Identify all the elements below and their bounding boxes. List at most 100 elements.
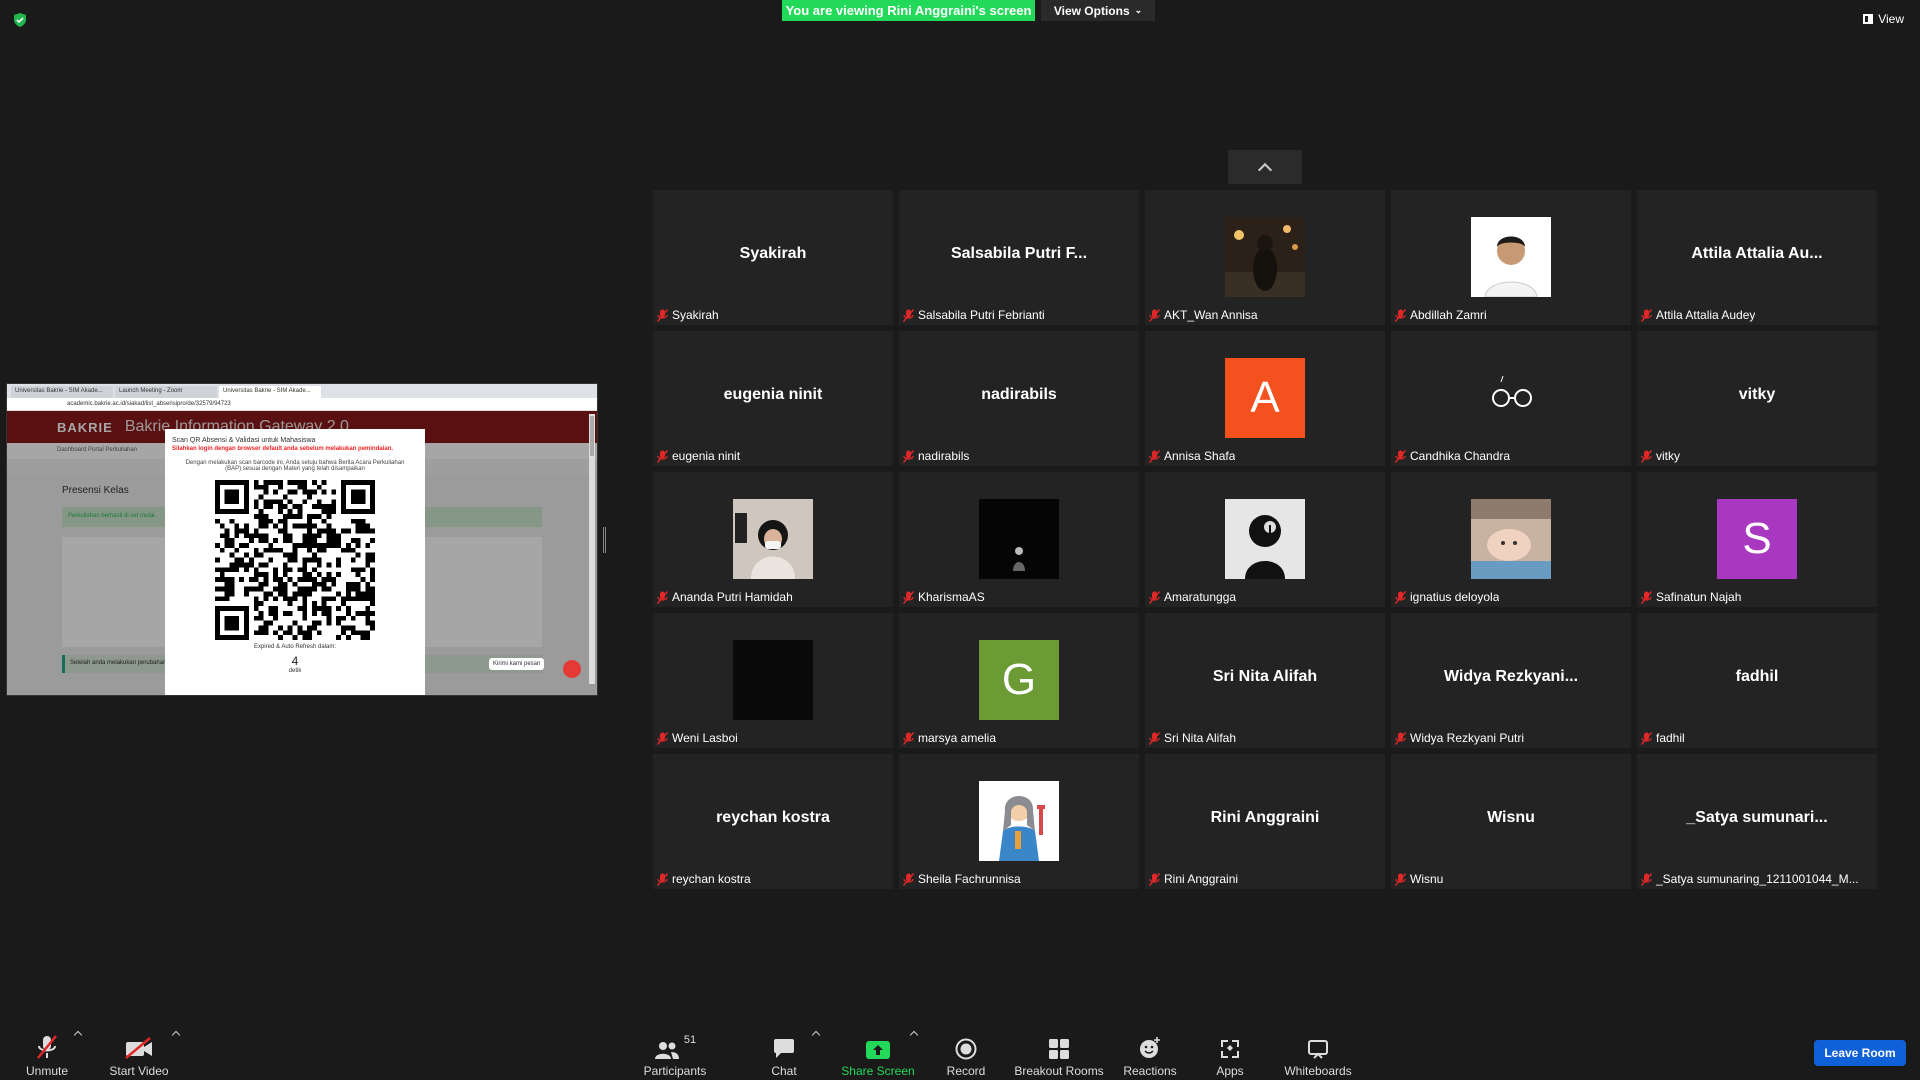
participants-label: Participants [643,1064,707,1078]
participants-count: 51 [683,1034,697,1046]
participant-footer: Syakirah [656,307,719,323]
participant-name-label: KharismaAS [918,590,985,604]
browser-tab: Launch Meeting - Zoom [115,386,217,398]
chevron-up-icon [1257,162,1273,177]
participant-name-label: Syakirah [672,308,719,322]
participant-tile[interactable]: KharismaAS [899,472,1139,607]
participant-footer: marsya amelia [902,730,996,746]
participant-footer: Widya Rezkyani Putri [1394,730,1524,746]
mic-muted-icon [1394,308,1407,322]
participant-tile[interactable]: reychan kostra reychan kostra [653,754,893,889]
participant-display-name: Widya Rezkyani... [1443,668,1579,685]
participant-footer: AKT_Wan Annisa [1148,307,1258,323]
participant-tile[interactable]: eugenia ninit eugenia ninit [653,331,893,466]
modal-expire-label: Expired & Auto Refresh dalam: [253,644,337,650]
encryption-shield-icon[interactable] [12,12,28,28]
participant-photo [1225,499,1305,579]
mic-muted-icon [1394,731,1407,745]
participant-photo [1225,217,1305,297]
mic-muted-icon [902,590,915,604]
participant-name-label: Ananda Putri Hamidah [672,590,793,604]
participant-tile[interactable]: Attila Attalia Au... Attila Attalia Audey [1637,190,1877,325]
mic-muted-icon [1148,308,1161,322]
start-video-button[interactable]: Start Video [106,1032,172,1078]
participant-tile[interactable]: Sri Nita Alifah Sri Nita Alifah [1145,613,1385,748]
apps-button[interactable]: Apps [1212,1032,1248,1078]
modal-warning: Silahkan login dengan browser default an… [172,446,394,452]
participant-footer: Abdillah Zamri [1394,307,1487,323]
participant-name-label: Wisnu [1410,872,1444,886]
gallery-page-up-button[interactable] [1228,150,1302,184]
chat-button[interactable]: Chat [763,1032,805,1078]
chat-bubble: Kirimi kami pesan [489,658,545,670]
participant-tile[interactable]: nadirabils nadirabils [899,331,1139,466]
participant-tile[interactable]: fadhil fadhil [1637,613,1877,748]
participant-photo [979,499,1059,579]
participant-tile[interactable]: Widya Rezkyani... Widya Rezkyani Putri [1391,613,1631,748]
browser-tab-strip: Universitas Bakrie - SIM Akade... Launch… [7,384,597,398]
participant-tile[interactable]: A Annisa Shafa [1145,331,1385,466]
participant-tile[interactable]: _Satya sumunari... _Satya sumunaring_1211… [1637,754,1877,889]
unmute-label: Unmute [25,1064,69,1078]
participant-footer: Weni Lasboi [656,730,738,746]
participants-button[interactable]: 51 Participants [640,1032,710,1078]
participant-tile[interactable]: Wisnu Wisnu [1391,754,1631,889]
participant-tile[interactable]: ignatius deloyola [1391,472,1631,607]
participant-tile[interactable]: Rini Anggraini Rini Anggraini [1145,754,1385,889]
participant-tile[interactable]: S Safinatun Najah [1637,472,1877,607]
browser-tab: Universitas Bakrie - SIM Akade... [219,386,321,398]
modal-countdown-unit: detik [288,668,302,674]
participant-name-label: eugenia ninit [672,449,741,463]
participant-tile[interactable]: Abdillah Zamri [1391,190,1631,325]
view-layout-button[interactable]: View [1863,12,1904,26]
participant-tile[interactable]: Weni Lasboi [653,613,893,748]
audio-options-caret[interactable] [73,1030,83,1040]
chat-options-caret[interactable] [811,1030,821,1040]
participant-photo [1471,499,1551,579]
view-options-button[interactable]: View Options ⌄ [1041,0,1155,21]
modal-title: Scan QR Absensi & Validasi untuk Mahasis… [172,437,316,444]
participant-name-label: Safinatun Najah [1656,590,1742,604]
shared-screen[interactable]: Universitas Bakrie - SIM Akade... Launch… [6,383,598,696]
participant-tile[interactable]: Salsabila Putri F... Salsabila Putri Febr… [899,190,1139,325]
mic-muted-icon [656,731,669,745]
split-view-handle[interactable] [603,527,606,553]
mic-muted-icon [1394,872,1407,886]
reactions-button[interactable]: Reactions [1122,1032,1178,1078]
video-options-caret[interactable] [171,1030,181,1040]
participant-footer: Sri Nita Alifah [1148,730,1236,746]
unmute-button[interactable]: Unmute [22,1032,72,1078]
participant-tile[interactable]: Ananda Putri Hamidah [653,472,893,607]
mic-muted-icon [656,872,669,886]
participant-name-label: Attila Attalia Audey [1656,308,1756,322]
participant-footer: nadirabils [902,448,969,464]
participant-tile[interactable]: Syakirah Syakirah [653,190,893,325]
apps-label: Apps [1216,1064,1244,1078]
participant-footer: KharismaAS [902,589,985,605]
video-off-icon [124,1032,154,1060]
participant-footer: ignatius deloyola [1394,589,1499,605]
participant-tile[interactable]: vitky vitky [1637,331,1877,466]
participant-avatar-letter: G [979,640,1059,720]
breakout-rooms-button[interactable]: Breakout Rooms [1012,1032,1106,1078]
participant-tile[interactable]: Sheila Fachrunnisa [899,754,1139,889]
participant-tile[interactable]: AKT_Wan Annisa [1145,190,1385,325]
participant-footer: Rini Anggraini [1148,871,1238,887]
share-screen-button[interactable]: Share Screen [840,1032,916,1078]
participant-avatar-letter: A [1225,358,1305,438]
record-button[interactable]: Record [944,1032,988,1078]
participant-name-label: Abdillah Zamri [1410,308,1487,322]
chat-widget-icon [563,660,581,678]
mic-muted-icon [1640,308,1653,322]
gallery-view-icon [1863,14,1874,24]
participant-footer: Candhika Chandra [1394,448,1510,464]
participant-tile[interactable]: Gmarsya amelia [899,613,1139,748]
participant-tile[interactable]: Amaratungga [1145,472,1385,607]
leave-room-button[interactable]: Leave Room [1814,1040,1906,1066]
participant-tile[interactable]: Candhika Chandra [1391,331,1631,466]
browser-scrollbar [589,414,595,684]
mic-muted-icon [1394,590,1407,604]
chat-icon [772,1032,796,1060]
whiteboards-button[interactable]: Whiteboards [1282,1032,1354,1078]
participant-name-label: fadhil [1656,731,1685,745]
